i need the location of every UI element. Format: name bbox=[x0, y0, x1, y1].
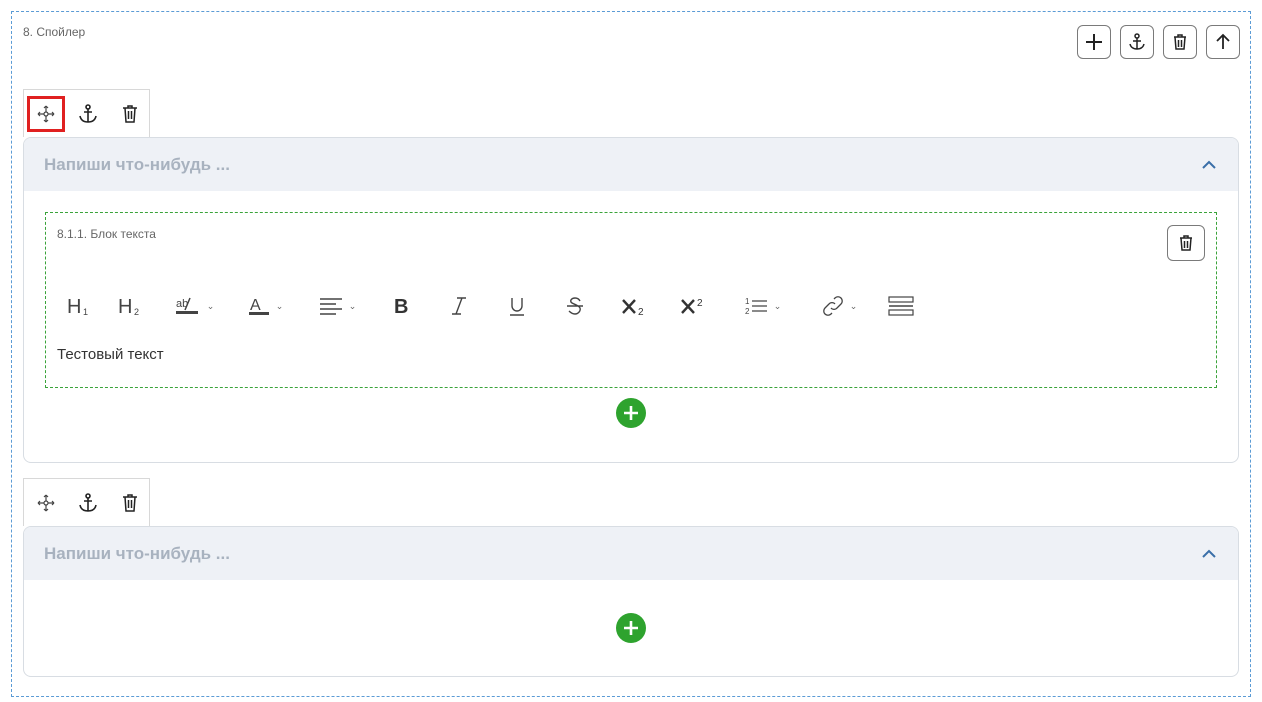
svg-text:2: 2 bbox=[745, 307, 750, 316]
spoiler-title[interactable]: Напиши что-нибудь ... bbox=[44, 544, 230, 564]
heading2-icon: H2 bbox=[118, 296, 139, 318]
arrow-up-icon bbox=[1216, 33, 1230, 49]
subscript-icon: 2 bbox=[622, 299, 644, 318]
superscript-button[interactable]: 2 bbox=[664, 291, 722, 321]
heading2-button[interactable]: H2 bbox=[104, 291, 158, 321]
chevron-down-icon: ⌄ bbox=[206, 300, 215, 311]
add-content-button[interactable] bbox=[616, 613, 646, 643]
delete-text-block-button[interactable] bbox=[1167, 225, 1205, 261]
link-button[interactable]: ⌄ bbox=[802, 291, 876, 321]
delete-item-button[interactable] bbox=[111, 485, 149, 521]
link-icon bbox=[822, 296, 843, 316]
spoiler-item: Напиши что-нибудь ... 8.1.1. Блок текста… bbox=[23, 137, 1239, 463]
move-icon bbox=[37, 105, 55, 122]
align-button[interactable]: ⌄ bbox=[300, 291, 374, 321]
heading1-icon: H1 bbox=[67, 296, 88, 318]
highlight-icon: ab bbox=[175, 297, 198, 314]
plus-icon bbox=[1086, 34, 1102, 50]
chevron-down-icon: ⌄ bbox=[275, 300, 284, 311]
add-content-button[interactable] bbox=[616, 398, 646, 428]
underline-icon bbox=[510, 298, 524, 316]
trash-icon bbox=[123, 493, 137, 512]
svg-text:H: H bbox=[67, 296, 81, 318]
delete-block-button[interactable] bbox=[1163, 25, 1197, 59]
svg-text:1: 1 bbox=[83, 307, 88, 317]
svg-text:2: 2 bbox=[134, 307, 139, 317]
spoiler-header[interactable]: Напиши что-нибудь ... bbox=[24, 527, 1238, 580]
anchor-icon bbox=[79, 492, 97, 512]
editor-toolbar: H1 H2 ab ⌄ A ⌄ ⌄ B 2 2 1 2 ⌄ ⌄ bbox=[56, 291, 926, 321]
spoiler-header[interactable]: Напиши что-нибудь ... bbox=[24, 138, 1238, 191]
trash-icon bbox=[1180, 235, 1192, 251]
trash-icon bbox=[1174, 34, 1186, 50]
bold-button[interactable]: B bbox=[374, 291, 430, 321]
italic-icon bbox=[452, 297, 466, 315]
align-left-icon bbox=[319, 298, 342, 315]
highlight-button[interactable]: ab ⌄ bbox=[158, 291, 230, 321]
svg-text:H: H bbox=[118, 296, 132, 318]
block-label: 8. Спойлер bbox=[23, 25, 86, 39]
ordered-list-button[interactable]: 12 ⌄ bbox=[722, 291, 802, 321]
anchor-icon bbox=[79, 103, 97, 123]
ordered-list-icon: 12 bbox=[745, 297, 767, 316]
anchor-button[interactable] bbox=[69, 96, 107, 132]
delete-item-button[interactable] bbox=[111, 96, 149, 132]
font-color-icon: A bbox=[248, 297, 269, 315]
svg-text:2: 2 bbox=[638, 307, 644, 318]
svg-text:1: 1 bbox=[745, 297, 750, 306]
chevron-down-icon: ⌄ bbox=[348, 300, 357, 311]
spoiler-item-tools bbox=[23, 478, 150, 526]
move-icon bbox=[37, 494, 55, 511]
underline-button[interactable] bbox=[488, 291, 546, 321]
spoiler-title[interactable]: Напиши что-нибудь ... bbox=[44, 155, 230, 175]
text-block-label: 8.1.1. Блок текста bbox=[57, 227, 156, 241]
bold-icon: B bbox=[394, 296, 408, 318]
horizontal-line-button[interactable] bbox=[876, 291, 926, 321]
chevron-down-icon: ⌄ bbox=[773, 300, 782, 311]
plus-icon bbox=[624, 406, 638, 420]
spoiler-block: 8. Спойлер Напиши что-нибудь ... 8.1.1. … bbox=[11, 11, 1251, 697]
svg-text:A: A bbox=[250, 297, 261, 314]
font-color-button[interactable]: A ⌄ bbox=[230, 291, 300, 321]
chevron-down-icon: ⌄ bbox=[849, 300, 858, 311]
italic-button[interactable] bbox=[430, 291, 488, 321]
block-actions bbox=[1077, 25, 1240, 59]
spoiler-item: Напиши что-нибудь ... bbox=[23, 526, 1239, 677]
subscript-button[interactable]: 2 bbox=[604, 291, 664, 321]
trash-icon bbox=[123, 104, 138, 123]
move-handle[interactable] bbox=[27, 485, 65, 521]
anchor-button[interactable] bbox=[1120, 25, 1154, 59]
chevron-up-icon[interactable] bbox=[1200, 545, 1218, 563]
strikethrough-icon bbox=[567, 297, 583, 315]
anchor-button[interactable] bbox=[69, 485, 107, 521]
text-block: 8.1.1. Блок текста H1 H2 ab ⌄ A ⌄ ⌄ B 2 … bbox=[45, 212, 1217, 388]
anchor-icon bbox=[1129, 33, 1145, 50]
heading1-button[interactable]: H1 bbox=[56, 291, 104, 321]
move-up-button[interactable] bbox=[1206, 25, 1240, 59]
spoiler-item-tools bbox=[23, 89, 150, 137]
text-block-content[interactable]: Тестовый текст bbox=[57, 346, 164, 363]
plus-icon bbox=[624, 621, 638, 635]
svg-text:2: 2 bbox=[697, 298, 703, 309]
horizontal-line-icon bbox=[888, 296, 914, 316]
superscript-icon: 2 bbox=[681, 298, 703, 314]
move-handle[interactable] bbox=[27, 95, 66, 132]
chevron-up-icon[interactable] bbox=[1200, 156, 1218, 174]
svg-text:B: B bbox=[394, 296, 408, 318]
add-block-button[interactable] bbox=[1077, 25, 1111, 59]
strikethrough-button[interactable] bbox=[546, 291, 604, 321]
